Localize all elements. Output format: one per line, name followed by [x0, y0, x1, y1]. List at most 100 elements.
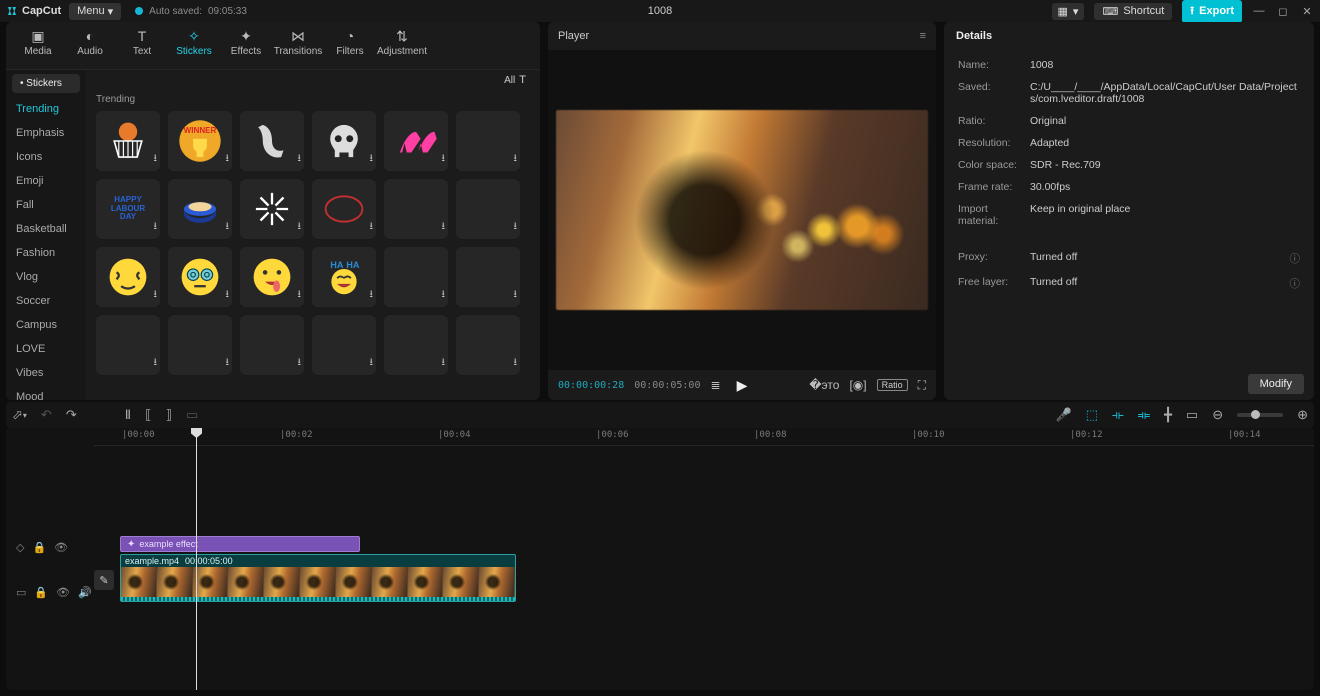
sticker-item[interactable]: ⭳: [384, 179, 448, 239]
split-icon[interactable]: Ⅱ: [125, 407, 131, 423]
magnet-on-icon[interactable]: ⬚: [1086, 407, 1098, 423]
sticker-item[interactable]: HAPPYLABOURDAY⭳: [96, 179, 160, 239]
cat-campus[interactable]: Campus: [6, 313, 86, 337]
snapshot-icon[interactable]: �это: [809, 378, 839, 392]
mute-track-icon[interactable]: ▭: [16, 586, 26, 599]
sticker-item[interactable]: ⭳: [384, 315, 448, 375]
cat-trending[interactable]: Trending: [6, 97, 86, 121]
chevron-down-icon: ▾: [1073, 5, 1079, 18]
cat-love[interactable]: LOVE: [6, 337, 86, 361]
cat-emoji[interactable]: Emoji: [6, 169, 86, 193]
delete-icon[interactable]: ▭: [186, 407, 198, 423]
shortcut-button[interactable]: ⌨Shortcut: [1094, 3, 1172, 20]
cat-stickers-root[interactable]: • Stickers: [12, 74, 80, 93]
sticker-item[interactable]: ⭳: [384, 247, 448, 307]
sticker-item[interactable]: HAHA⭳: [312, 247, 376, 307]
tab-filters[interactable]: ◔Filters: [324, 26, 376, 69]
sticker-item[interactable]: ⭳: [456, 111, 520, 171]
player-menu-icon[interactable]: ≡: [920, 30, 926, 42]
layout-switch-button[interactable]: ▦▾: [1052, 3, 1085, 20]
info-icon[interactable]: ⓘ: [1290, 276, 1301, 291]
zoom-in-icon[interactable]: ⊕: [1297, 407, 1308, 423]
download-icon: ⭳: [370, 355, 374, 372]
sticker-item[interactable]: ⭳: [312, 179, 376, 239]
preview-track-icon[interactable]: ▭: [1186, 407, 1198, 423]
sticker-item[interactable]: ⭳: [168, 247, 232, 307]
cat-vlog[interactable]: Vlog: [6, 265, 86, 289]
sticker-item[interactable]: ⭳: [96, 111, 160, 171]
stickers-all-tab[interactable]: AllT: [504, 74, 526, 86]
time-ruler[interactable]: |00:00 |00:02 |00:04 |00:06 |00:08 |00:1…: [94, 428, 1314, 446]
sticker-item[interactable]: ⭳: [240, 315, 304, 375]
cat-soccer[interactable]: Soccer: [6, 289, 86, 313]
video-clip[interactable]: example.mp4 00:00:05:00: [120, 554, 516, 602]
playhead[interactable]: [196, 430, 197, 690]
cat-fall[interactable]: Fall: [6, 193, 86, 217]
selection-tool-icon[interactable]: ⬀▾: [12, 407, 27, 423]
info-icon[interactable]: ⓘ: [1290, 251, 1301, 266]
sticker-item[interactable]: ⭳: [384, 111, 448, 171]
cat-basketball[interactable]: Basketball: [6, 217, 86, 241]
sticker-item[interactable]: ⭳: [96, 247, 160, 307]
timeline[interactable]: |00:00 |00:02 |00:04 |00:06 |00:08 |00:1…: [6, 428, 1314, 690]
cat-fashion[interactable]: Fashion: [6, 241, 86, 265]
sticker-item[interactable]: ⭳: [240, 179, 304, 239]
link-icon[interactable]: ⟚: [1138, 407, 1150, 423]
sticker-item[interactable]: ⭳: [168, 315, 232, 375]
redo-icon[interactable]: ↷: [66, 407, 77, 423]
sticker-item[interactable]: ⭳: [312, 315, 376, 375]
tab-transitions[interactable]: ⋈Transitions: [272, 26, 324, 69]
tab-audio[interactable]: ◐Audio: [64, 26, 116, 69]
tab-text[interactable]: TText: [116, 26, 168, 69]
cat-mood[interactable]: Mood: [6, 385, 86, 400]
tab-media[interactable]: ▣Media: [12, 26, 64, 69]
maximize-button[interactable]: ◻: [1276, 4, 1290, 18]
split-right-icon[interactable]: ⟧: [166, 407, 172, 423]
zoom-slider[interactable]: [1237, 413, 1283, 417]
speaker-icon[interactable]: 🔊: [78, 586, 92, 599]
cat-icons[interactable]: Icons: [6, 145, 86, 169]
sticker-item[interactable]: ⭳: [456, 315, 520, 375]
ratio-button[interactable]: Ratio: [877, 379, 908, 391]
sticker-item[interactable]: ⭳: [168, 179, 232, 239]
sticker-item[interactable]: ⭳: [96, 315, 160, 375]
split-left-icon[interactable]: ⟦: [145, 407, 151, 423]
effect-clip[interactable]: ✦ example effect: [120, 536, 360, 552]
sticker-item[interactable]: ⭳: [456, 247, 520, 307]
zoom-out-icon[interactable]: ⊖: [1212, 407, 1223, 423]
compare-icon[interactable]: ≣: [710, 378, 720, 392]
close-button[interactable]: ✕: [1300, 4, 1314, 18]
undo-icon[interactable]: ↶: [41, 407, 52, 423]
cat-emphasis[interactable]: Emphasis: [6, 121, 86, 145]
sticker-item[interactable]: ⭳: [240, 111, 304, 171]
eye-icon[interactable]: 👁: [54, 541, 68, 554]
player-viewport[interactable]: [548, 50, 936, 370]
download-icon: ⭳: [298, 287, 302, 304]
tab-stickers[interactable]: ✧Stickers: [168, 26, 220, 69]
snapshot-icon[interactable]: [◉]: [849, 378, 866, 392]
lock-icon[interactable]: 🔒: [34, 586, 48, 599]
tab-adjustment[interactable]: ⇅Adjustment: [376, 26, 428, 69]
snap-icon[interactable]: ⟛: [1112, 407, 1124, 423]
track-edit-button[interactable]: ✎: [94, 570, 114, 590]
modify-button[interactable]: Modify: [1248, 374, 1304, 394]
mic-record-icon[interactable]: 🎤: [1056, 407, 1072, 423]
diamond-icon[interactable]: ◇: [16, 541, 24, 554]
sticker-item[interactable]: ⭳: [312, 111, 376, 171]
play-button[interactable]: ▶: [737, 377, 748, 394]
sticker-item[interactable]: WINNER⭳: [168, 111, 232, 171]
minimize-button[interactable]: —: [1252, 4, 1266, 18]
eye-icon[interactable]: 👁: [56, 586, 70, 599]
timeline-toolbar: ⬀▾ ↶ ↷ Ⅱ ⟦ ⟧ ▭ 🎤 ⬚ ⟛ ⟚ ╋ ▭ ⊖ ⊕: [6, 402, 1314, 428]
lock-icon[interactable]: 🔒: [32, 541, 46, 554]
download-icon: ⭳: [514, 151, 518, 168]
sticker-item[interactable]: ⭳: [456, 179, 520, 239]
export-button[interactable]: ⭱Export: [1182, 0, 1242, 23]
preview-axis-icon[interactable]: ╋: [1164, 407, 1172, 423]
tab-effects[interactable]: ✦Effects: [220, 26, 272, 69]
detail-row: Name:1008: [958, 54, 1300, 76]
menu-button[interactable]: Menu▾: [69, 3, 121, 20]
fullscreen-icon[interactable]: ⛶: [918, 378, 926, 393]
cat-vibes[interactable]: Vibes: [6, 361, 86, 385]
sticker-item[interactable]: ⭳: [240, 247, 304, 307]
